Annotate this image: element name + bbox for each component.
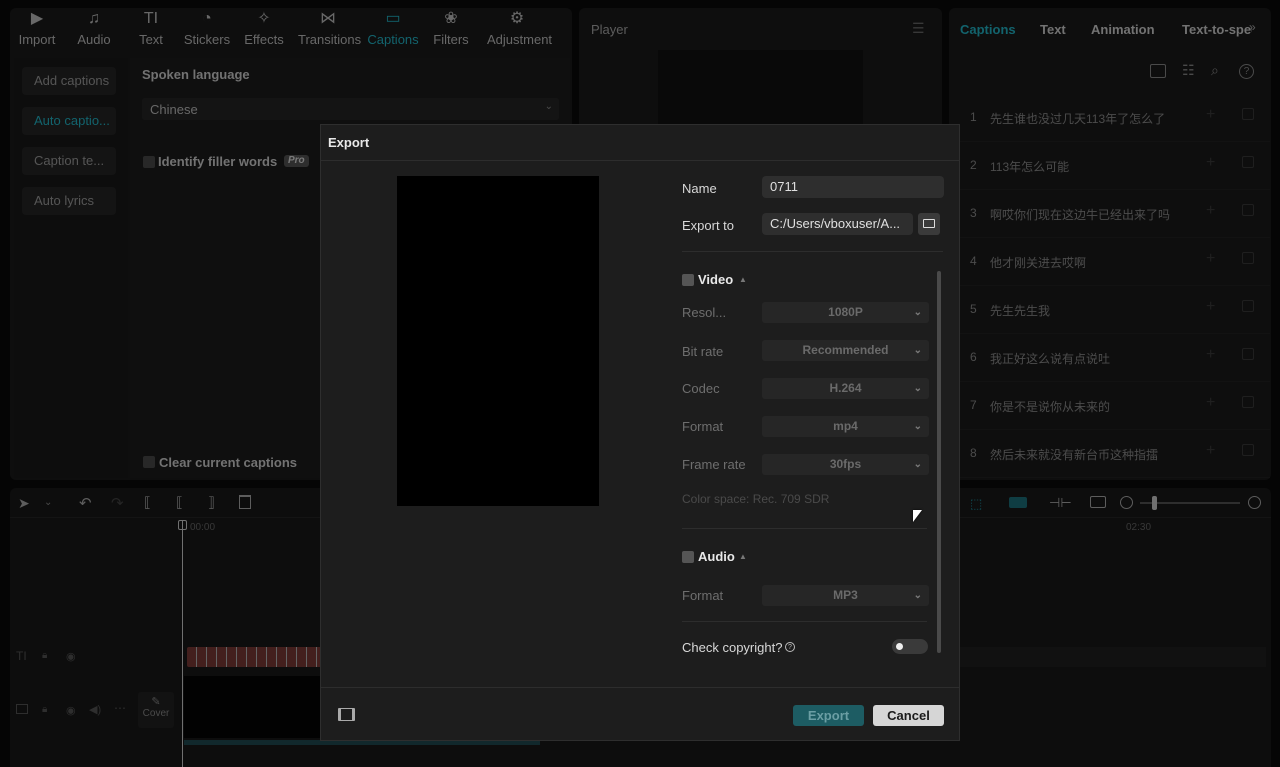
codec-value: H.264	[829, 381, 862, 395]
copyright-help-icon[interactable]: ?	[785, 642, 795, 652]
folder-icon	[923, 219, 935, 228]
export-path-input[interactable]: C:/Users/vboxuser/A...	[762, 213, 913, 235]
chevron-down-icon: ⌄	[913, 459, 922, 470]
chevron-down-icon: ⌄	[913, 421, 922, 432]
export-to-label: Export to	[682, 218, 735, 233]
export-dialog-title: Export	[328, 135, 370, 150]
cancel-button[interactable]: Cancel	[873, 705, 944, 726]
chevron-down-icon: ⌄	[913, 345, 922, 356]
export-dialog: Export Name 0711 Export to C:/Users/vbox…	[320, 124, 960, 741]
audio-format-label: Format	[682, 588, 724, 603]
copyright-label: Check copyright?	[682, 640, 783, 655]
caret-up-icon[interactable]: ▲	[739, 552, 747, 561]
audio-format-value: MP3	[833, 588, 858, 602]
settings-scrollbar[interactable]	[937, 271, 941, 653]
format-label: Format	[682, 419, 724, 434]
audio-section-label: Audio	[698, 549, 735, 564]
format-select[interactable]: mp4 ⌄	[762, 416, 929, 437]
audio-checkbox[interactable]	[682, 551, 694, 563]
bitrate-select[interactable]: Recommended ⌄	[762, 340, 929, 361]
folder-button[interactable]	[918, 213, 940, 235]
title-divider	[321, 160, 959, 161]
framerate-select[interactable]: 30fps ⌄	[762, 454, 929, 475]
resolution-select[interactable]: 1080P ⌄	[762, 302, 929, 323]
video-divider	[682, 528, 927, 529]
name-label: Name	[682, 181, 717, 196]
export-button[interactable]: Export	[793, 705, 864, 726]
audio-divider	[682, 621, 927, 622]
chevron-down-icon: ⌄	[913, 590, 922, 601]
video-checkbox[interactable]	[682, 274, 694, 286]
codec-select[interactable]: H.264 ⌄	[762, 378, 929, 399]
name-input[interactable]: 0711	[762, 176, 944, 198]
resolution-value: 1080P	[828, 305, 863, 319]
framerate-label: Frame rate	[682, 457, 746, 472]
resolution-label: Resol...	[682, 305, 727, 320]
footer-divider	[321, 687, 959, 688]
path-divider	[682, 251, 943, 252]
toggle-knob	[896, 643, 903, 650]
chevron-down-icon: ⌄	[913, 307, 922, 318]
framerate-value: 30fps	[829, 457, 862, 471]
format-value: mp4	[833, 419, 858, 433]
export-preview	[397, 176, 599, 506]
film-icon[interactable]	[338, 708, 355, 721]
mouse-cursor-icon	[913, 510, 922, 522]
caret-up-icon[interactable]: ▲	[739, 275, 747, 284]
video-section-label: Video	[698, 272, 734, 287]
bitrate-label: Bit rate	[682, 344, 724, 359]
bitrate-value: Recommended	[802, 343, 889, 357]
copyright-toggle[interactable]	[892, 639, 928, 654]
chevron-down-icon: ⌄	[913, 383, 922, 394]
colorspace-text: Color space: Rec. 709 SDR	[682, 492, 830, 506]
audio-format-select[interactable]: MP3 ⌄	[762, 585, 929, 606]
codec-label: Codec	[682, 381, 720, 396]
